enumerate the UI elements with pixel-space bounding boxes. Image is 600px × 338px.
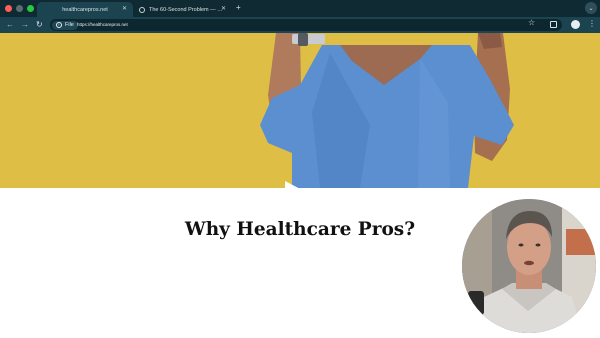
tab-close-icon[interactable]: ✕ xyxy=(221,5,226,12)
tab-healthcarepros[interactable]: healthcarepros.net ✕ xyxy=(37,2,133,17)
window-minimize-button[interactable] xyxy=(16,5,23,12)
info-icon: i xyxy=(56,22,62,28)
back-arrow-icon[interactable]: ← xyxy=(6,20,14,30)
presenter-video-bubble[interactable] xyxy=(462,199,596,333)
hero-video[interactable] xyxy=(0,33,600,188)
kebab-menu-icon[interactable]: ⋮ xyxy=(588,19,596,29)
profile-icon[interactable] xyxy=(571,20,580,29)
window-maximize-button[interactable] xyxy=(27,5,34,12)
play-icon[interactable] xyxy=(285,181,325,188)
puzzle-icon[interactable] xyxy=(550,21,557,28)
forward-arrow-icon[interactable]: → xyxy=(21,20,29,30)
nurse-figure-image xyxy=(260,33,514,188)
site-chip-label: File xyxy=(65,22,74,28)
browser-toolbar: ← → ↻ i File https://healthcarepros.net … xyxy=(0,17,600,33)
address-bar[interactable]: i File https://healthcarepros.net xyxy=(50,19,562,31)
globe-icon xyxy=(139,6,145,13)
url-text[interactable]: https://healthcarepros.net xyxy=(77,22,128,27)
reload-icon[interactable]: ↻ xyxy=(36,20,43,30)
tab-search-icon[interactable]: ⌄ xyxy=(585,2,597,14)
tab-title: The 60-Second Problem — … xyxy=(149,6,223,13)
browser-tab-bar: healthcarepros.net ✕ The 60-Second Probl… xyxy=(0,0,600,17)
tab-60-second-problem[interactable]: The 60-Second Problem — … ✕ xyxy=(136,2,232,17)
star-icon[interactable]: ☆ xyxy=(528,18,535,27)
window-close-button[interactable] xyxy=(5,5,12,12)
tab-close-icon[interactable]: ✕ xyxy=(122,5,127,12)
new-tab-button[interactable]: + xyxy=(236,3,241,12)
presenter-image xyxy=(462,199,596,333)
site-info-chip[interactable]: i File xyxy=(52,20,78,30)
tab-title: healthcarepros.net xyxy=(62,6,108,13)
